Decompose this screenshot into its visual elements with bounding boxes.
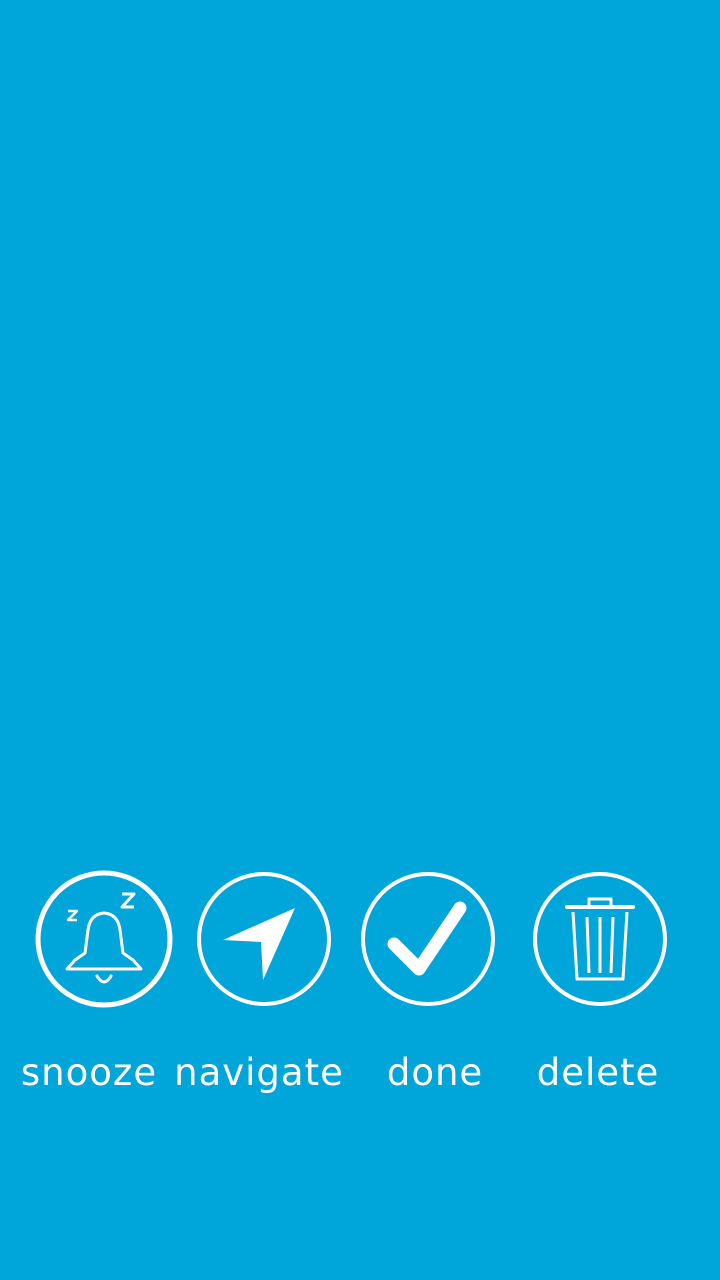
snooze-label[interactable]: snooze (18, 1050, 160, 1096)
bell-snooze-icon (35, 870, 173, 1008)
delete-button[interactable] (531, 870, 669, 1008)
snooze-button[interactable] (35, 870, 173, 1008)
delete-label[interactable]: delete (530, 1050, 666, 1096)
done-button[interactable] (359, 870, 497, 1008)
done-label[interactable]: done (370, 1050, 500, 1096)
checkmark-icon (361, 872, 495, 1006)
reminder-action-screen: snooze navigate done delete (0, 0, 720, 1280)
navigation-arrow-icon (197, 872, 331, 1006)
navigate-button[interactable] (195, 870, 333, 1008)
navigate-label[interactable]: navigate (172, 1050, 346, 1096)
trash-icon (533, 872, 667, 1006)
